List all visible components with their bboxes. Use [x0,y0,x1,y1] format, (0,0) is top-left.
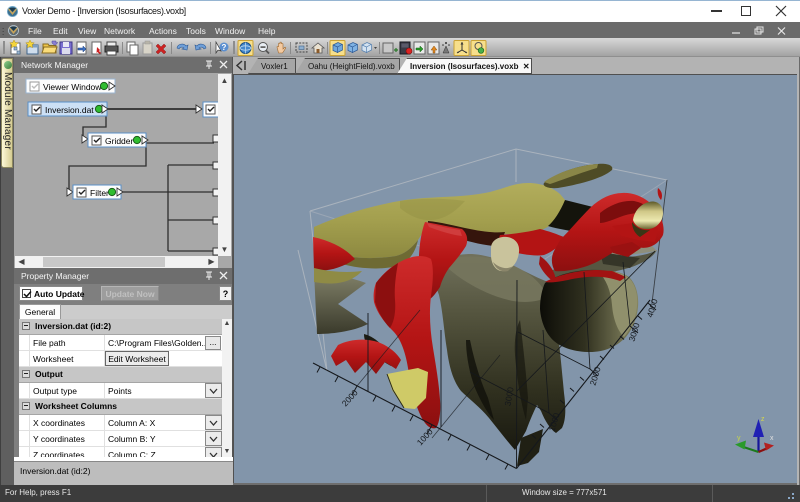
svg-text:Inversion.dat: Inversion.dat [45,105,94,115]
svg-text:2000: 2000 [340,387,360,408]
svg-text:?: ? [222,43,227,52]
svg-text:Viewer Window: Viewer Window [43,82,102,92]
svg-text:Gridder: Gridder [105,136,134,146]
svg-text:x: x [770,435,774,442]
svg-text:z: z [761,416,765,423]
svg-text:Filter: Filter [90,188,109,198]
svg-text:y: y [737,435,741,442]
svg-text:4000: 4000 [645,297,660,318]
svg-text:1000: 1000 [415,426,435,447]
